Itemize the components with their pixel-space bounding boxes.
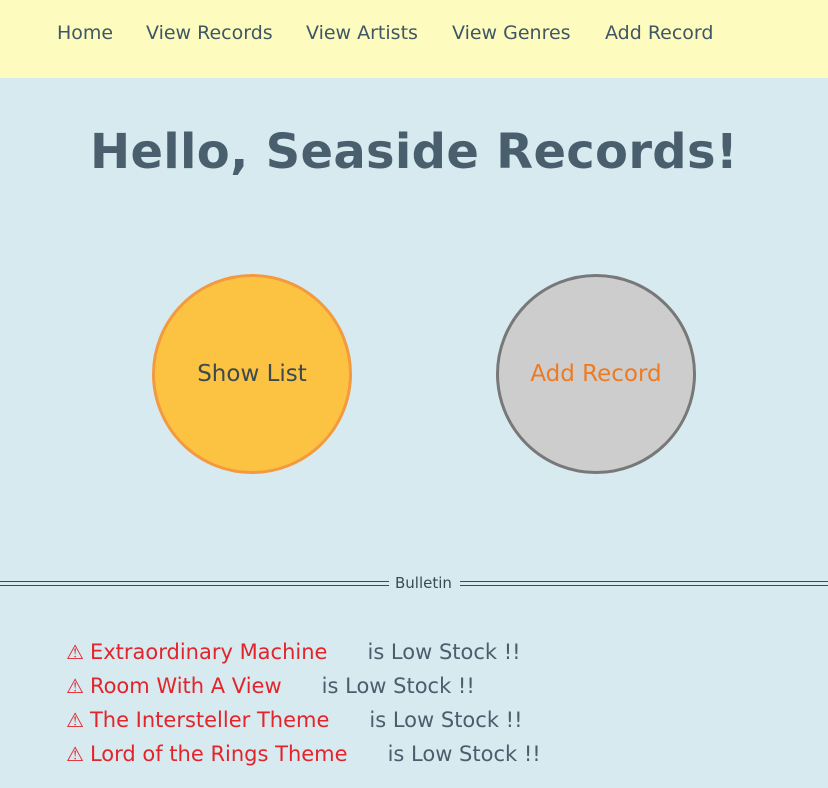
bulletin-label: Bulletin (395, 574, 452, 592)
warning-icon: ⚠ (66, 640, 84, 664)
bulletin-item: ⚠ Lord of the Rings Theme is Low Stock !! (66, 742, 541, 772)
show-list-label: Show List (197, 361, 307, 387)
nav-view-genres-link[interactable]: View Genres (452, 22, 571, 44)
bulletin-item: ⚠ The Intersteller Theme is Low Stock !! (66, 708, 523, 738)
add-record-label: Add Record (530, 361, 662, 387)
record-name[interactable]: Room With A View (90, 674, 282, 698)
nav-view-records-link[interactable]: View Records (146, 22, 273, 44)
bulletin-divider-left (0, 581, 389, 586)
warning-icon: ⚠ (66, 742, 84, 766)
bulletin-divider-right (460, 581, 828, 586)
nav-add-record-link[interactable]: Add Record (605, 22, 713, 44)
low-stock-text: is Low Stock !! (367, 640, 521, 664)
record-name[interactable]: Lord of the Rings Theme (90, 742, 348, 766)
warning-icon: ⚠ (66, 674, 84, 698)
add-record-button[interactable]: Add Record (496, 274, 696, 474)
low-stock-text: is Low Stock !! (321, 674, 475, 698)
bulletin-item: ⚠ Room With A View is Low Stock !! (66, 674, 475, 704)
bulletin-item: ⚠ Extraordinary Machine is Low Stock !! (66, 640, 521, 670)
top-navbar: Home View Records View Artists View Genr… (0, 0, 828, 78)
nav-view-artists-link[interactable]: View Artists (306, 22, 418, 44)
low-stock-text: is Low Stock !! (369, 708, 523, 732)
nav-home-link[interactable]: Home (57, 22, 113, 44)
record-name[interactable]: Extraordinary Machine (90, 640, 328, 664)
record-name[interactable]: The Intersteller Theme (90, 708, 329, 732)
low-stock-text: is Low Stock !! (387, 742, 541, 766)
show-list-button[interactable]: Show List (152, 274, 352, 474)
warning-icon: ⚠ (66, 708, 84, 732)
page-title: Hello, Seaside Records! (89, 124, 739, 180)
